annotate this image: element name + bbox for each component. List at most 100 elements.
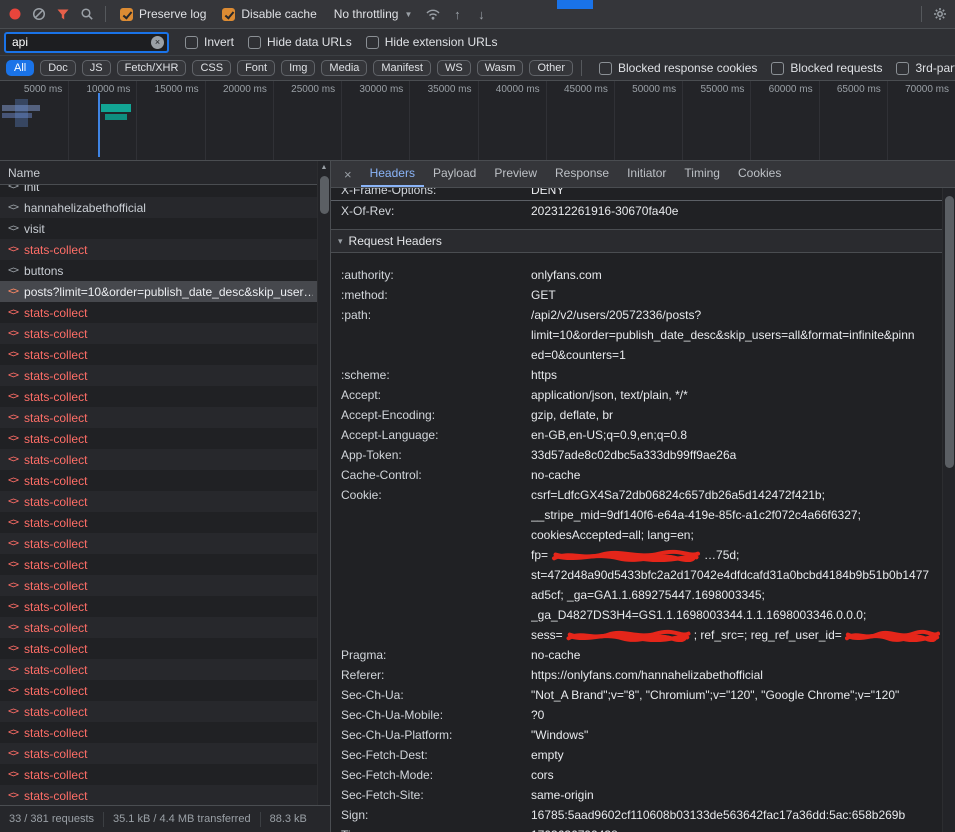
preserve-log-checkbox[interactable]: Preserve log xyxy=(120,7,206,21)
request-row[interactable]: <>stats-collect xyxy=(0,533,317,554)
resource-type-filters: All Doc JS Fetch/XHR CSS Font Img Media Manifest… xyxy=(6,60,573,76)
type-filter-css[interactable]: CSS xyxy=(192,60,231,76)
type-filter-all[interactable]: All xyxy=(6,60,34,76)
request-row[interactable]: <>stats-collect xyxy=(0,638,317,659)
type-filter-manifest[interactable]: Manifest xyxy=(373,60,431,76)
network-filter-input[interactable] xyxy=(5,33,168,52)
name-column-header[interactable]: Name xyxy=(0,161,330,185)
request-row[interactable]: <>stats-collect xyxy=(0,722,317,743)
hide-extension-urls-checkbox[interactable]: Hide extension URLs xyxy=(366,35,498,49)
settings-gear-icon[interactable] xyxy=(929,3,951,25)
request-row[interactable]: <>stats-collect xyxy=(0,659,317,680)
preserve-log-label: Preserve log xyxy=(139,7,206,21)
request-row[interactable]: <>stats-collect xyxy=(0,785,317,805)
request-row[interactable]: <>stats-collect xyxy=(0,386,317,407)
request-row[interactable]: <>stats-collect xyxy=(0,302,317,323)
request-headers-section[interactable]: ▾ Request Headers xyxy=(331,229,942,253)
request-row[interactable]: <>stats-collect xyxy=(0,554,317,575)
disable-cache-checkbox[interactable]: Disable cache xyxy=(222,7,316,21)
request-row[interactable]: <> stats-collect xyxy=(0,764,317,785)
header-row: Time:1703636799438 xyxy=(331,825,942,832)
header-value: 202312261916-30670fa40e xyxy=(531,201,942,221)
request-row[interactable]: <>stats-collect xyxy=(0,449,317,470)
tab-timing[interactable]: Timing xyxy=(675,161,729,187)
header-value-line: limit=10&order=publish_date_desc&skip_us… xyxy=(531,325,942,345)
request-row[interactable]: <>stats-collect xyxy=(0,428,317,449)
type-filter-ws[interactable]: WS xyxy=(437,60,471,76)
filter-icon[interactable] xyxy=(52,3,74,25)
record-button[interactable] xyxy=(4,3,26,25)
request-row[interactable]: <>buttons xyxy=(0,260,317,281)
request-row[interactable]: <>posts?limit=10&order=publish_date_desc… xyxy=(0,281,317,302)
type-filter-font[interactable]: Font xyxy=(237,60,275,76)
type-filter-doc[interactable]: Doc xyxy=(40,60,76,76)
type-filter-js[interactable]: JS xyxy=(82,60,111,76)
checkbox-blocked-response-cookies[interactable]: Blocked response cookies xyxy=(599,61,757,75)
request-row[interactable]: <>init xyxy=(0,185,317,197)
details-scrollbar[interactable] xyxy=(942,188,955,832)
invert-checkbox[interactable]: Invert xyxy=(185,35,234,49)
import-har-icon[interactable]: ↑ xyxy=(446,3,468,25)
search-icon[interactable] xyxy=(76,3,98,25)
requests-scrollbar[interactable]: ▲ xyxy=(317,161,330,805)
request-list: <>init<>hannahelizabethofficial<>visit<>… xyxy=(0,185,317,805)
type-filter-img[interactable]: Img xyxy=(281,60,315,76)
script-icon: <> xyxy=(8,223,18,234)
request-row[interactable]: <>stats-collect xyxy=(0,596,317,617)
request-row[interactable]: <>stats-collect xyxy=(0,344,317,365)
clear-network-log-button[interactable] xyxy=(28,3,50,25)
scroll-up-icon[interactable]: ▲ xyxy=(318,161,330,174)
header-row: Sec-Ch-Ua-Platform:"Windows" xyxy=(331,725,942,745)
name-column-label: Name xyxy=(8,166,40,180)
tab-response[interactable]: Response xyxy=(546,161,618,187)
request-row[interactable]: <>stats-collect xyxy=(0,701,317,722)
tab-preview[interactable]: Preview xyxy=(485,161,546,187)
scrollbar-thumb[interactable] xyxy=(320,176,329,214)
type-filter-other[interactable]: Other xyxy=(529,60,573,76)
checkbox-icon xyxy=(771,62,784,75)
waterfall-activity-bar xyxy=(105,114,127,120)
type-filter-media[interactable]: Media xyxy=(321,60,367,76)
request-row[interactable]: <>stats-collect xyxy=(0,470,317,491)
tab-headers[interactable]: Headers xyxy=(361,161,424,187)
request-row[interactable]: <>stats-collect xyxy=(0,680,317,701)
header-value: 1703636799438 xyxy=(531,825,942,832)
network-conditions-icon[interactable] xyxy=(422,3,444,25)
toolbar-divider xyxy=(105,6,106,22)
close-icon[interactable]: × xyxy=(335,167,361,182)
checkbox-3rd-party-requests[interactable]: 3rd-party requests xyxy=(896,61,955,75)
request-row[interactable]: <>stats-collect xyxy=(0,512,317,533)
script-icon: <> xyxy=(8,769,18,780)
hide-data-urls-checkbox[interactable]: Hide data URLs xyxy=(248,35,352,49)
header-value-text: _ga_D4827DS3H4=GS1.1.1698003344.1.1.1698… xyxy=(531,608,866,622)
request-row[interactable]: <>stats-collect xyxy=(0,575,317,596)
header-value: /api2/v2/users/20572336/posts?limit=10&o… xyxy=(531,305,942,365)
tab-payload[interactable]: Payload xyxy=(424,161,485,187)
request-row[interactable]: <>stats-collect xyxy=(0,239,317,260)
request-row[interactable]: <>stats-collect xyxy=(0,491,317,512)
clear-input-icon[interactable]: × xyxy=(151,36,164,49)
request-row[interactable]: <>visit xyxy=(0,218,317,239)
request-row[interactable]: <>stats-collect xyxy=(0,323,317,344)
type-filter-wasm[interactable]: Wasm xyxy=(477,60,524,76)
request-row[interactable]: <>stats-collect xyxy=(0,617,317,638)
request-row[interactable]: <>stats-collect xyxy=(0,407,317,428)
header-name: Sec-Ch-Ua-Platform: xyxy=(341,725,531,745)
request-name: stats-collect xyxy=(24,768,313,782)
request-row[interactable]: <>stats-collect xyxy=(0,365,317,386)
request-row[interactable]: <>stats-collect xyxy=(0,743,317,764)
request-row[interactable]: <>hannahelizabethofficial xyxy=(0,197,317,218)
tab-cookies[interactable]: Cookies xyxy=(729,161,790,187)
checkbox-blocked-requests[interactable]: Blocked requests xyxy=(771,61,882,75)
filter-bar: × Invert Hide data URLs Hide extension U… xyxy=(0,29,955,56)
type-filter-fetch-xhr[interactable]: Fetch/XHR xyxy=(117,60,187,76)
scrollbar-thumb[interactable] xyxy=(945,196,954,468)
tab-initiator[interactable]: Initiator xyxy=(618,161,675,187)
header-value: en-GB,en-US;q=0.9,en;q=0.8 xyxy=(531,425,942,445)
throttling-dropdown[interactable]: No throttling ▼ xyxy=(334,7,413,21)
timeline-overview[interactable]: 5000 ms10000 ms15000 ms20000 ms25000 ms3… xyxy=(0,81,955,161)
header-name: Pragma: xyxy=(341,645,531,665)
header-name: Accept: xyxy=(341,385,531,405)
export-har-icon[interactable]: ↓ xyxy=(470,3,492,25)
script-icon: <> xyxy=(8,559,18,570)
